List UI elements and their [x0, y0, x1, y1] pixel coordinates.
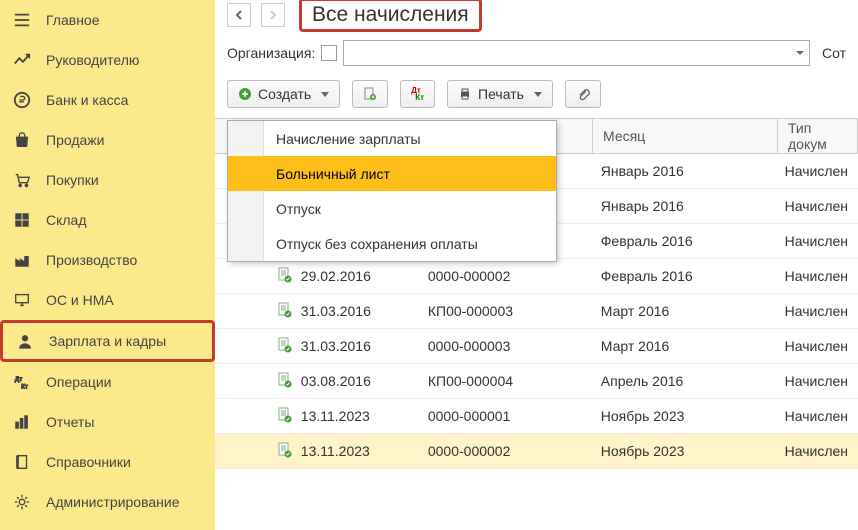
- bar-chart-icon: [12, 412, 32, 432]
- ruble-icon: [12, 90, 32, 110]
- toolbar: Создать ДтКт Печать: [215, 76, 858, 118]
- dd-item-vacation[interactable]: Отпуск: [228, 191, 556, 226]
- document-ok-icon: [277, 407, 293, 426]
- plus-circle-icon: [238, 87, 252, 101]
- gear-icon: [12, 492, 32, 512]
- sidebar-item-label: Склад: [46, 212, 87, 228]
- filter-checkbox[interactable]: [321, 45, 337, 61]
- dd-item-unpaid-leave[interactable]: Отпуск без сохранения оплаты: [228, 226, 556, 261]
- create-dropdown: Начисление зарплаты Больничный лист Отпу…: [227, 120, 557, 262]
- sidebar-item-purchases[interactable]: Покупки: [0, 160, 215, 200]
- cart-icon: [12, 170, 32, 190]
- factory-icon: [12, 250, 32, 270]
- sidebar-item-main[interactable]: Главное: [0, 0, 215, 40]
- document-ok-icon: [277, 442, 293, 461]
- grid-icon: [12, 210, 32, 230]
- title-row: Все начисления: [215, 0, 858, 30]
- sidebar-item-assets[interactable]: ОС и НМА: [0, 280, 215, 320]
- svg-text:Кт: Кт: [21, 383, 28, 390]
- print-button-label: Печать: [478, 86, 524, 102]
- sidebar-item-reports[interactable]: Отчеты: [0, 402, 215, 442]
- document-ok-icon: [277, 267, 293, 286]
- sidebar-item-label: Руководителю: [46, 52, 139, 68]
- document-ok-icon: [277, 372, 293, 391]
- bag-icon: [12, 130, 32, 150]
- paperclip-icon: [576, 87, 590, 101]
- book-icon: [12, 452, 32, 472]
- sidebar-item-catalogs[interactable]: Справочники: [0, 442, 215, 482]
- nav-back-button[interactable]: [227, 3, 251, 27]
- svg-text:Дт: Дт: [15, 376, 23, 383]
- sidebar-item-label: Администрирование: [46, 494, 180, 510]
- document-plus-icon: [363, 87, 377, 101]
- table-row[interactable]: 31.03.2016КП00-000003Март 2016Начислен: [215, 294, 858, 329]
- sidebar-item-label: Покупки: [46, 172, 99, 188]
- filter-label: Организация:: [227, 45, 315, 61]
- monitor-icon: [12, 290, 32, 310]
- find-button[interactable]: [352, 80, 388, 108]
- dtkt-icon: ДтКт: [411, 87, 424, 101]
- sidebar-item-label: ОС и НМА: [46, 292, 114, 308]
- sidebar-item-label: Операции: [46, 374, 112, 390]
- attach-button[interactable]: [565, 80, 601, 108]
- dd-item-sick-leave[interactable]: Больничный лист: [228, 156, 556, 191]
- chart-line-icon: [12, 50, 32, 70]
- th-type[interactable]: Тип докум: [778, 119, 858, 153]
- person-icon: [15, 331, 35, 351]
- print-button[interactable]: Печать: [447, 80, 553, 108]
- dtkt-button[interactable]: ДтКт: [400, 80, 435, 108]
- sidebar-item-operations[interactable]: ДтКт Операции: [0, 362, 215, 402]
- organization-select[interactable]: [343, 40, 810, 66]
- sidebar-item-warehouse[interactable]: Склад: [0, 200, 215, 240]
- sidebar-item-label: Зарплата и кадры: [49, 333, 166, 349]
- dtkt-icon: ДтКт: [12, 372, 32, 392]
- dd-item-payroll[interactable]: Начисление зарплаты: [228, 121, 556, 156]
- table-row[interactable]: 29.02.20160000-000002Февраль 2016Начисле…: [215, 259, 858, 294]
- table-row[interactable]: 13.11.20230000-000002Ноябрь 2023Начислен: [215, 434, 858, 469]
- sidebar-item-manager[interactable]: Руководителю: [0, 40, 215, 80]
- sidebar-item-label: Справочники: [46, 454, 131, 470]
- create-button-label: Создать: [258, 86, 311, 102]
- filter-row: Организация: Сот: [215, 30, 858, 76]
- table-row[interactable]: 31.03.20160000-000003Март 2016Начислен: [215, 329, 858, 364]
- nav-forward-button[interactable]: [261, 3, 285, 27]
- sidebar-item-production[interactable]: Производство: [0, 240, 215, 280]
- sidebar-item-label: Банк и касса: [46, 92, 128, 108]
- table-row[interactable]: 13.11.20230000-000001Ноябрь 2023Начислен: [215, 399, 858, 434]
- sidebar-item-sales[interactable]: Продажи: [0, 120, 215, 160]
- document-ok-icon: [277, 302, 293, 321]
- sidebar-item-salary[interactable]: Зарплата и кадры: [0, 320, 215, 362]
- document-ok-icon: [277, 337, 293, 356]
- caret-down-icon: [534, 92, 542, 97]
- page-title: Все начисления: [299, 0, 482, 32]
- create-button[interactable]: Создать: [227, 80, 340, 108]
- sidebar-item-label: Главное: [46, 12, 100, 28]
- printer-icon: [458, 87, 472, 101]
- main-content: Все начисления Организация: Сот Создать …: [215, 0, 858, 530]
- th-month[interactable]: Месяц: [593, 119, 778, 153]
- caret-down-icon: [321, 92, 329, 97]
- sidebar-item-bank[interactable]: Банк и касса: [0, 80, 215, 120]
- menu-icon: [12, 10, 32, 30]
- sidebar-item-label: Производство: [46, 252, 137, 268]
- sidebar-item-label: Продажи: [46, 132, 104, 148]
- sidebar-item-admin[interactable]: Администрирование: [0, 482, 215, 522]
- table-row[interactable]: 03.08.2016КП00-000004Апрель 2016Начислен: [215, 364, 858, 399]
- filter-right-label: Сот: [822, 45, 846, 61]
- sidebar: Главное Руководителю Банк и касса Продаж…: [0, 0, 215, 530]
- sidebar-item-label: Отчеты: [46, 414, 94, 430]
